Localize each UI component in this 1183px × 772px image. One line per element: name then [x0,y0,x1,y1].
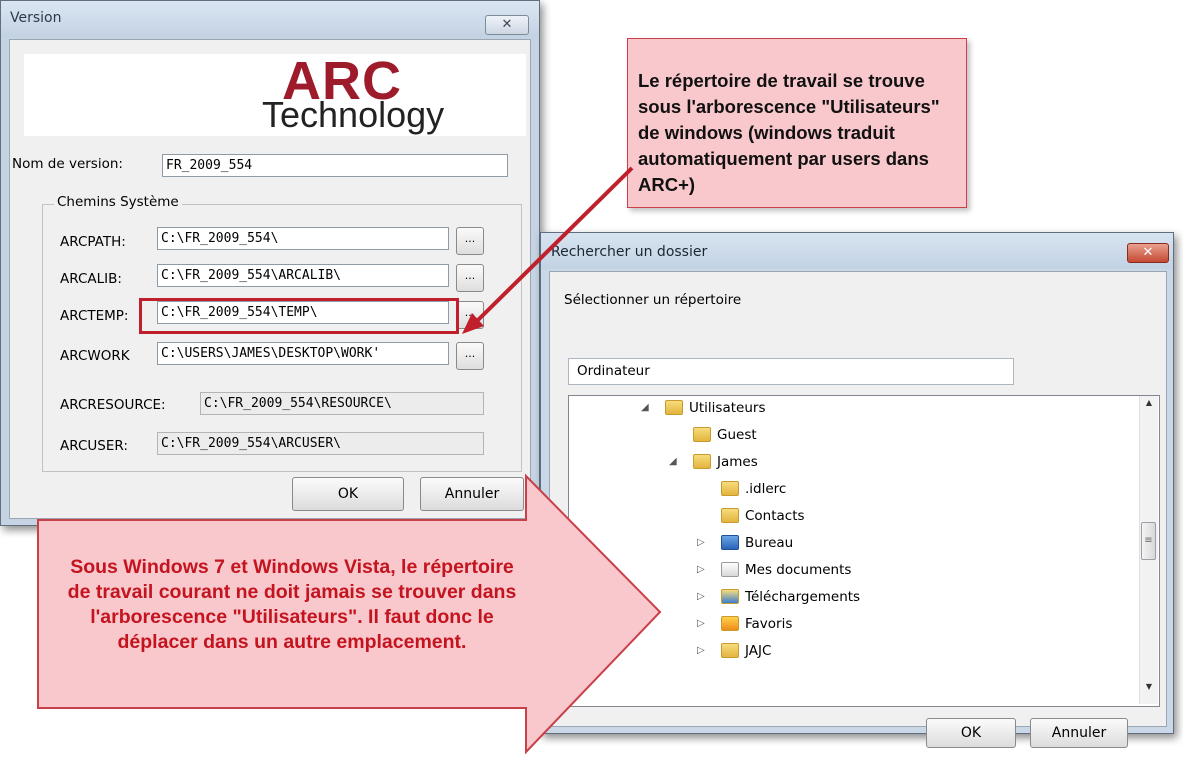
arcalib-label: ARCALIB: [60,271,122,287]
collapsed-arrow-icon[interactable]: ▷ [697,585,705,609]
folder-path-field[interactable]: Ordinateur [568,358,1014,385]
logo-technology-text: Technology [262,94,445,135]
tree-item-label: Mes documents [745,562,852,578]
folder-icon [665,400,683,415]
collapsed-arrow-icon[interactable]: ▷ [697,558,705,582]
version-ok-button[interactable]: OK [292,477,404,511]
version-cancel-button[interactable]: Annuler [420,477,524,511]
tree-item-label: Téléchargements [745,589,861,605]
close-icon[interactable]: ✕ [485,15,529,35]
close-icon[interactable]: ✕ [1127,243,1169,263]
folder-icon [721,643,739,658]
system-paths-group-label: Chemins Système [54,194,182,210]
version-name-input[interactable]: FR_2009_554 [162,154,508,177]
arcuser-input: C:\FR_2009_554\ARCUSER\ [157,432,484,455]
scroll-down-icon[interactable]: ▼ [1140,682,1158,698]
downloads-folder-icon [721,589,739,604]
expanded-arrow-icon[interactable]: ◢ [641,396,649,420]
arcwork-input[interactable]: C:\USERS\JAMES\DESKTOP\WORK' [157,342,449,365]
tree-item-label: Guest [717,427,757,443]
documents-folder-icon [721,562,739,577]
collapsed-arrow-icon[interactable]: ▷ [697,639,705,663]
tree-item-label: .idlerc [745,481,787,497]
browse-dialog-body: Sélectionner un répertoire Ordinateur ◢ … [549,271,1167,748]
collapsed-arrow-icon[interactable]: ▷ [697,531,705,555]
version-dialog-body: ARC Technology Nom de version: FR_2009_5… [9,39,531,519]
tree-item-label: Bureau [745,535,794,551]
arctemp-label: ARCTEMP: [60,308,129,324]
browse-ok-button[interactable]: OK [926,718,1016,748]
arcwork-browse-button[interactable]: ... [456,342,484,370]
arcresource-label: ARCRESOURCE: [60,397,166,413]
contacts-folder-icon [721,508,739,523]
tree-item-label: Contacts [745,508,805,524]
callout-bottom-text: Sous Windows 7 et Windows Vista, le répe… [67,556,517,653]
tree-item-label: Utilisateurs [689,400,766,416]
arcalib-browse-button[interactable]: ... [456,264,484,292]
folder-icon [693,454,711,469]
arcpath-browse-button[interactable]: ... [456,227,484,255]
expanded-arrow-icon[interactable]: ◢ [669,450,677,474]
folder-icon [693,427,711,442]
tree-item-label: Favoris [745,616,793,632]
scroll-up-icon[interactable]: ▲ [1140,398,1158,414]
scroll-thumb[interactable]: ≡ [1141,522,1156,560]
callout-working-directory-note: Le répertoire de travail se trouve sous … [627,38,967,208]
arcwork-highlight-box [139,298,459,334]
collapsed-arrow-icon[interactable]: ▷ [697,612,705,636]
tree-item-label: James [717,454,758,470]
version-name-label: Nom de version: [12,156,123,172]
arc-technology-logo: ARC Technology [24,51,526,136]
callout-top-text: Le répertoire de travail se trouve sous … [638,70,940,195]
arcresource-input: C:\FR_2009_554\RESOURCE\ [200,392,484,415]
browse-folder-dialog: Rechercher un dossier ✕ Sélectionner un … [540,232,1174,748]
version-dialog: Version ✕ ARC Technology Nom de version:… [0,0,540,526]
favorites-folder-icon [721,616,739,631]
arcwork-label: ARCWORK [60,348,130,364]
version-dialog-title: Version [10,10,62,26]
folder-icon [721,481,739,496]
browse-prompt-text: Sélectionner un répertoire [564,292,742,308]
arcalib-input[interactable]: C:\FR_2009_554\ARCALIB\ [157,264,449,287]
arcuser-label: ARCUSER: [60,438,128,454]
desktop-folder-icon [721,535,739,550]
browse-cancel-button[interactable]: Annuler [1030,718,1128,748]
tree-item-label: JAJC [745,643,772,659]
version-title-bar[interactable]: Version ✕ [1,1,539,37]
browse-title-bar[interactable]: Rechercher un dossier ✕ [541,233,1173,269]
arctemp-browse-button[interactable]: ... [456,301,484,329]
folder-tree[interactable]: ◢ Utilisateurs Guest ◢ James .idlerc Con… [568,395,1160,707]
tree-scrollbar[interactable]: ▲ ≡ ▼ [1139,396,1158,704]
arcpath-input[interactable]: C:\FR_2009_554\ [157,227,449,250]
browse-dialog-title: Rechercher un dossier [551,244,708,260]
arcpath-label: ARCPATH: [60,234,126,250]
